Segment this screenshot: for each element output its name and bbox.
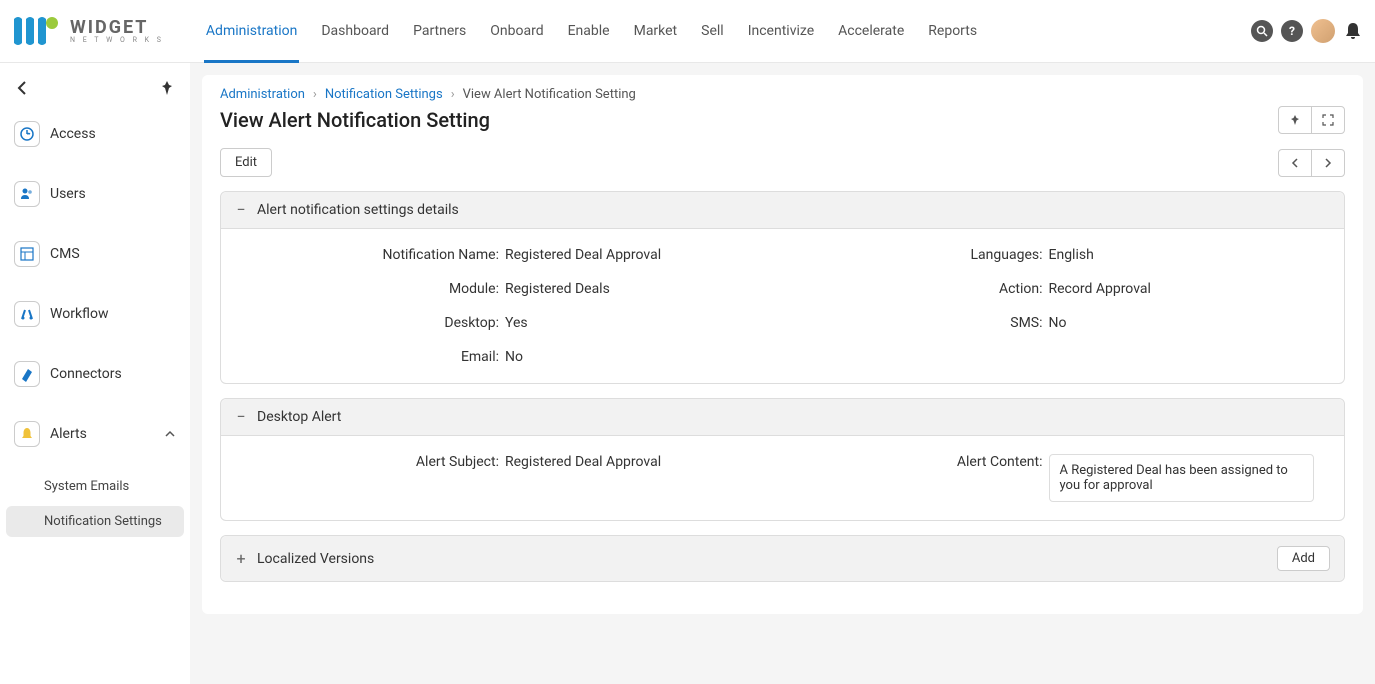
collapse-icon[interactable]: −	[235, 411, 247, 423]
action-value: Record Approval	[1049, 281, 1151, 297]
logo-mark-icon	[12, 15, 64, 47]
email-value: No	[505, 349, 523, 365]
sidebar-item-workflow[interactable]: Workflow	[6, 291, 184, 337]
search-icon[interactable]	[1251, 20, 1273, 42]
chevron-right-icon: ›	[451, 87, 455, 102]
sidebar-sub-notification-settings[interactable]: Notification Settings	[6, 506, 184, 537]
topnav-administration[interactable]: Administration	[194, 0, 309, 63]
pin-icon[interactable]	[158, 79, 176, 97]
crumb-notification-settings[interactable]: Notification Settings	[325, 87, 443, 102]
topnav-accelerate[interactable]: Accelerate	[826, 0, 916, 63]
sidebar-item-label: Alerts	[50, 426, 87, 442]
logo-word: WIDGET	[70, 19, 164, 37]
alerts-icon	[14, 421, 40, 447]
panel-details: − Alert notification settings details No…	[220, 191, 1345, 384]
alert-content-value: A Registered Deal has been assigned to y…	[1049, 454, 1314, 502]
pin-button[interactable]	[1278, 106, 1312, 134]
alert-subject-label: Alert Subject:	[239, 454, 499, 470]
page-title: View Alert Notification Setting	[220, 108, 490, 132]
panel-title: Desktop Alert	[257, 409, 341, 425]
edit-button[interactable]: Edit	[220, 148, 272, 177]
topnav-onboard[interactable]: Onboard	[478, 0, 555, 63]
next-button[interactable]	[1311, 149, 1345, 177]
sidebar-item-alerts[interactable]: Alerts	[6, 411, 184, 457]
breadcrumb: Administration › Notification Settings ›…	[220, 87, 1345, 102]
logo-subtitle: N E T W O R K S	[70, 37, 164, 44]
languages-value: English	[1049, 247, 1094, 263]
topnav-incentivize[interactable]: Incentivize	[736, 0, 826, 63]
topnav-reports[interactable]: Reports	[916, 0, 989, 63]
sidebar-item-label: Connectors	[50, 366, 122, 382]
sms-value: No	[1049, 315, 1067, 331]
languages-label: Languages:	[783, 247, 1043, 263]
sidebar-item-label: Access	[50, 126, 96, 142]
topnav-sell[interactable]: Sell	[689, 0, 736, 63]
sidebar-item-label: Workflow	[50, 306, 109, 322]
notification-name-label: Notification Name:	[239, 247, 499, 263]
email-label: Email:	[239, 349, 499, 365]
collapse-icon[interactable]: −	[235, 204, 247, 216]
topnav: Administration Dashboard Partners Onboar…	[194, 0, 989, 63]
expand-icon[interactable]: +	[235, 553, 247, 565]
sidebar: Access Users CMS Workflow Connectors Ale…	[0, 63, 190, 684]
sidebar-item-access[interactable]: Access	[6, 111, 184, 157]
topnav-dashboard[interactable]: Dashboard	[309, 0, 401, 63]
avatar[interactable]	[1311, 19, 1335, 43]
action-label: Action:	[783, 281, 1043, 297]
crumb-current: View Alert Notification Setting	[463, 87, 636, 102]
users-icon	[14, 181, 40, 207]
module-label: Module:	[239, 281, 499, 297]
help-icon[interactable]: ?	[1281, 20, 1303, 42]
crumb-administration[interactable]: Administration	[220, 87, 305, 102]
topnav-partners[interactable]: Partners	[401, 0, 478, 63]
notification-name-value: Registered Deal Approval	[505, 247, 661, 263]
prev-button[interactable]	[1278, 149, 1312, 177]
topbar: WIDGET N E T W O R K S Administration Da…	[0, 0, 1375, 63]
module-value: Registered Deals	[505, 281, 610, 297]
panel-localized-versions: + Localized Versions Add	[220, 535, 1345, 582]
sidebar-item-users[interactable]: Users	[6, 171, 184, 217]
topnav-enable[interactable]: Enable	[556, 0, 622, 63]
access-icon	[14, 121, 40, 147]
sidebar-item-label: CMS	[50, 246, 80, 262]
panel-desktop-alert: − Desktop Alert Alert Subject: Registered…	[220, 398, 1345, 521]
topnav-market[interactable]: Market	[622, 0, 690, 63]
sms-label: SMS:	[783, 315, 1043, 331]
panel-title: Alert notification settings details	[257, 202, 459, 218]
chevron-right-icon: ›	[313, 87, 317, 102]
alert-subject-value: Registered Deal Approval	[505, 454, 661, 470]
sidebar-item-connectors[interactable]: Connectors	[6, 351, 184, 397]
logo[interactable]: WIDGET N E T W O R K S	[12, 15, 164, 47]
sidebar-item-label: Users	[50, 186, 86, 202]
connectors-icon	[14, 361, 40, 387]
expand-button[interactable]	[1311, 106, 1345, 134]
workflow-icon	[14, 301, 40, 327]
chevron-up-icon	[164, 428, 176, 440]
main: Administration › Notification Settings ›…	[190, 63, 1375, 684]
panel-title: Localized Versions	[257, 551, 374, 567]
desktop-value: Yes	[505, 315, 528, 331]
desktop-label: Desktop:	[239, 315, 499, 331]
bell-icon[interactable]	[1343, 21, 1363, 41]
back-icon[interactable]	[14, 79, 32, 97]
sidebar-sub-system-emails[interactable]: System Emails	[6, 471, 184, 502]
cms-icon	[14, 241, 40, 267]
add-button[interactable]: Add	[1277, 546, 1330, 571]
alert-content-label: Alert Content:	[783, 454, 1043, 470]
sidebar-item-cms[interactable]: CMS	[6, 231, 184, 277]
